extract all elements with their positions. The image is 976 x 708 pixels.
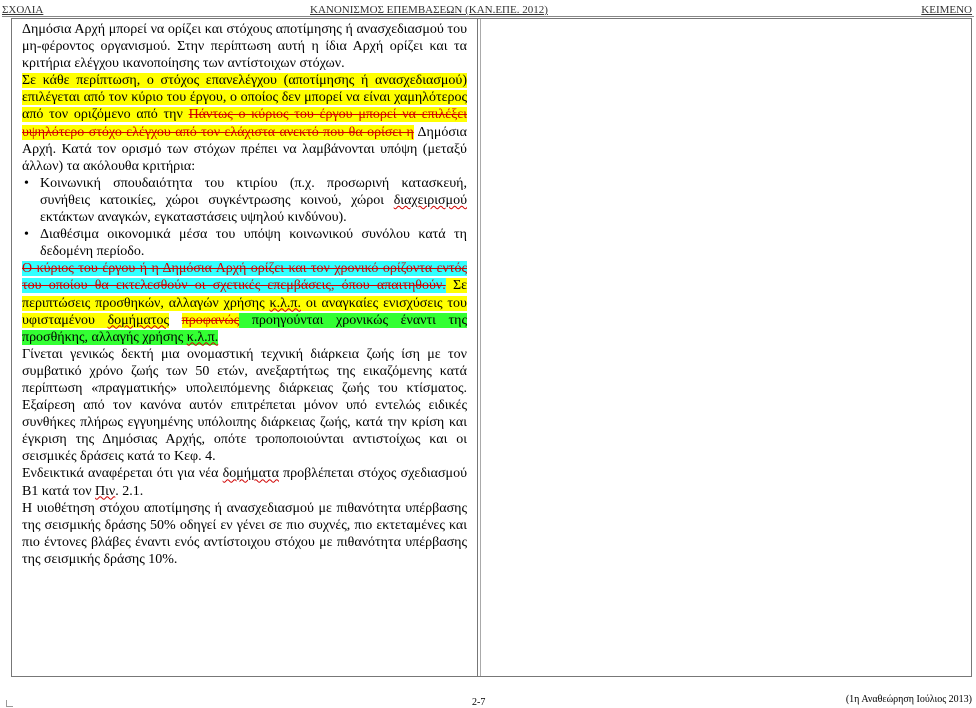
bullet-item-2: • Διαθέσιμα οικονομικά μέσα του υπόψη κοι… — [22, 226, 467, 260]
spellcheck-word: κ.λ.π. — [269, 295, 301, 311]
paragraph-5: Ενδεικτικά αναφέρεται ότι για νέα δομήμα… — [22, 465, 467, 499]
paragraph-3: Ο κύριος του έργου ή η Δημόσια Αρχή ορίζ… — [22, 260, 468, 345]
bullet-2-text: Διαθέσιμα οικονομικά μέσα του υπόψη κοιν… — [40, 227, 467, 260]
paragraph-6: Η υιοθέτηση στόχου αποτίμησης ή ανασχεδι… — [22, 500, 467, 567]
spellcheck-word: κ.λ.π. — [186, 329, 219, 345]
header-rule — [2, 16, 974, 17]
bullet-1-text-b: εκτάκτων αναγκών, εγκαταστάσεις υψηλού κ… — [40, 210, 347, 226]
paragraph-2: Σε κάθε περίπτωση, ο στόχος επανελέγχου … — [22, 72, 467, 175]
paragraph-5-text-a: Ενδεικτικά αναφέρεται ότι για νέα — [22, 466, 223, 482]
revision-note: (1η Αναθεώρηση Ιούλιος 2013) — [845, 694, 972, 705]
spellcheck-word: διαχειρισμού — [393, 192, 467, 208]
paragraph-5-text-c: . 2.1. — [115, 483, 144, 499]
two-column-table: Δημόσια Αρχή μπορεί να ορίζει και στόχου… — [11, 18, 972, 677]
spellcheck-word: δομήματος — [107, 312, 169, 328]
column-divider — [480, 19, 481, 676]
paragraph-1: Δημόσια Αρχή μπορεί να ορίζει και στόχου… — [22, 22, 467, 72]
header-right: ΚΕΙΜΕΝΟ — [921, 4, 972, 16]
corner-mark — [6, 700, 13, 707]
spellcheck-word: δομήματα — [222, 466, 279, 482]
bullet-icon: • — [24, 227, 29, 243]
deleted-yellow-text: προφανώς — [181, 312, 240, 328]
bullet-item-1: • Κοινωνική σπουδαιότητα του κτιρίου (π.χ… — [22, 175, 467, 226]
paragraph-4: Γίνεται γενικώς δεκτή μια ονομαστική τεχ… — [22, 346, 467, 465]
bullet-icon: • — [24, 175, 29, 191]
page-number: 2-7 — [472, 697, 486, 708]
comments-column: Δημόσια Αρχή μπορεί να ορίζει και στόχου… — [12, 19, 478, 676]
header-center: ΚΑΝΟΝΙΣΜΟΣ ΕΠΕΜΒΑΣΕΩΝ (ΚΑΝ.ΕΠΕ. 2012) — [310, 4, 548, 16]
deleted-cyan-text: Ο κύριος του έργου ή η Δημόσια Αρχή ορίζ… — [22, 261, 467, 294]
header-left: ΣΧΟΛΙΑ — [2, 4, 44, 16]
spellcheck-word: Πιν — [95, 483, 116, 499]
